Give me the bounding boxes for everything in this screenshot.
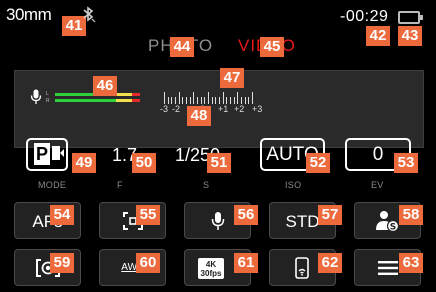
microphone-icon bbox=[211, 211, 224, 230]
audio-level-bar bbox=[132, 93, 141, 96]
user-profile-icon: S bbox=[375, 210, 399, 232]
callout-badge: 61 bbox=[234, 253, 258, 273]
exposure-scale-tick bbox=[186, 97, 187, 104]
exposure-scale-tick bbox=[182, 97, 184, 104]
iso-label: ISO bbox=[285, 180, 302, 190]
callout-badge: 47 bbox=[220, 68, 244, 88]
video-camera-icon bbox=[52, 146, 64, 160]
callout-badge: 49 bbox=[72, 153, 96, 173]
exposure-scale-labels: -3-20+1+2+3 bbox=[160, 104, 272, 116]
video-format-icon: 4K 30fps bbox=[198, 258, 224, 279]
callout-badge: 48 bbox=[187, 106, 211, 126]
exposure-scale-label: +3 bbox=[252, 104, 263, 114]
exposure-scale-tick bbox=[252, 92, 253, 104]
menu-icon bbox=[377, 260, 398, 275]
exposure-scale-tick bbox=[178, 92, 180, 104]
exposure-scale-label: -2 bbox=[172, 104, 181, 114]
audio-level-bar bbox=[132, 99, 141, 102]
exposure-scale bbox=[164, 90, 253, 104]
exposure-scale-tick bbox=[189, 97, 191, 104]
callout-badge: 58 bbox=[399, 205, 423, 225]
callout-badge: 42 bbox=[366, 26, 390, 46]
microphone-icon bbox=[30, 89, 42, 104]
exposure-scale-tick bbox=[248, 97, 250, 104]
ev-label: EV bbox=[371, 180, 384, 190]
exposure-scale-tick bbox=[175, 97, 176, 104]
recording-timer: -00:29 bbox=[340, 8, 389, 25]
callout-badge: 55 bbox=[136, 205, 160, 225]
exposure-scale-tick bbox=[200, 97, 202, 104]
exposure-scale-label: +1 bbox=[218, 104, 229, 114]
audio-level-bar bbox=[116, 93, 133, 96]
exposure-scale-tick bbox=[204, 97, 206, 104]
exposure-scale-label: +2 bbox=[234, 104, 245, 114]
callout-badge: 52 bbox=[306, 153, 330, 173]
exposure-scale-tick bbox=[244, 97, 246, 104]
callout-badge: 54 bbox=[50, 205, 74, 225]
exposure-scale-tick bbox=[230, 97, 231, 104]
channel-label-left: L bbox=[46, 91, 49, 97]
mode-label: MODE bbox=[38, 180, 67, 190]
exposure-scale-tick bbox=[211, 97, 213, 104]
exposure-scale-label: -3 bbox=[160, 104, 169, 114]
focal-length: 30mm bbox=[6, 5, 52, 24]
callout-badge: 60 bbox=[136, 253, 160, 273]
shutter-speed-label: S bbox=[203, 180, 210, 190]
callout-badge: 45 bbox=[260, 37, 284, 57]
exposure-scale-tick bbox=[219, 97, 220, 104]
audio-level-bar bbox=[55, 99, 117, 102]
exposure-scale-tick bbox=[164, 92, 165, 104]
callout-badge: 51 bbox=[207, 153, 231, 173]
exposure-scale-tick bbox=[237, 92, 239, 104]
callout-badge: 57 bbox=[318, 205, 342, 225]
callout-badge: 43 bbox=[398, 26, 422, 46]
callout-badge: 53 bbox=[394, 153, 418, 173]
mode-value: P bbox=[34, 143, 50, 165]
exposure-scale-tick bbox=[215, 97, 217, 104]
audio-channel-labels: L R bbox=[46, 92, 50, 104]
exposure-scale-tick bbox=[226, 97, 228, 104]
exposure-scale-tick bbox=[197, 97, 198, 104]
exposure-scale-tick bbox=[167, 97, 169, 104]
video-format-label: 4K 30fps bbox=[200, 260, 222, 278]
callout-badge: 56 bbox=[234, 205, 258, 225]
exposure-scale-tick bbox=[233, 97, 235, 104]
battery-icon bbox=[398, 11, 423, 24]
exposure-scale-tick bbox=[193, 92, 195, 104]
svg-text:S: S bbox=[389, 222, 395, 232]
callout-badge: 46 bbox=[93, 76, 117, 96]
exposure-scale-tick bbox=[171, 97, 173, 104]
bluetooth-off-icon bbox=[83, 6, 96, 22]
audio-level-bar bbox=[116, 99, 133, 102]
aperture-label: F bbox=[117, 180, 123, 190]
phone-connect-icon bbox=[294, 256, 309, 279]
channel-label-right: R bbox=[46, 98, 50, 104]
callout-badge: 50 bbox=[132, 153, 156, 173]
callout-badge: 62 bbox=[318, 253, 342, 273]
exposure-scale-tick bbox=[208, 92, 209, 104]
callout-badge: 44 bbox=[170, 37, 194, 57]
callout-badge: 63 bbox=[399, 253, 423, 273]
callout-badge: 59 bbox=[50, 253, 74, 273]
exposure-scale-tick bbox=[241, 97, 242, 104]
exposure-scale-tick bbox=[222, 92, 224, 104]
